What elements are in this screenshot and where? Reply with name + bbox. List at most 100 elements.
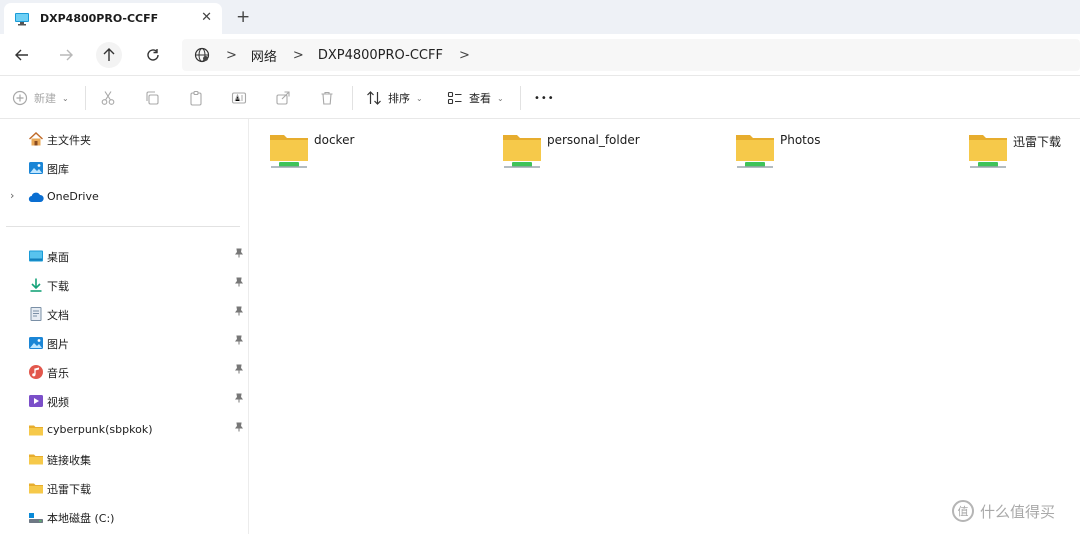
breadcrumb-current[interactable]: DXP4800PRO-CCFF (318, 48, 443, 63)
pin-icon (235, 364, 243, 374)
refresh-button[interactable] (140, 42, 166, 68)
sidebar-item-label: 下载 (47, 280, 69, 293)
desktop-icon (29, 250, 43, 262)
sidebar-item-label: 文档 (47, 309, 69, 322)
cloud-icon (28, 192, 44, 203)
pin-icon[interactable] (234, 335, 244, 348)
close-tab-icon[interactable]: ✕ (201, 10, 212, 25)
sort-label: 排序 (388, 92, 410, 105)
new-label: 新建 (34, 92, 56, 105)
trash-icon (321, 91, 333, 105)
navigation-bar: > 网络 > DXP4800PRO-CCFF > (0, 34, 1080, 76)
sidebar-item-downloads[interactable]: 下载 (0, 272, 249, 298)
network-folder-icon (736, 135, 774, 168)
drive-icon (29, 513, 43, 523)
sidebar-item-label: 链接收集 (47, 454, 91, 467)
rename-icon (231, 92, 247, 104)
download-icon (30, 278, 42, 292)
folder-name: 迅雷下载 (1013, 135, 1062, 149)
sidebar-item-label: cyberpunk(sbpkok) (47, 423, 153, 436)
sidebar-item-gallery[interactable]: 图库 (0, 155, 249, 181)
arrow-right-icon (60, 49, 73, 61)
refresh-icon (147, 49, 159, 61)
folder-name: personal_folder (547, 133, 640, 147)
pin-icon[interactable] (234, 306, 244, 319)
watermark-text: 什么值得买 (980, 502, 1056, 521)
copy-icon (146, 91, 159, 105)
pin-icon[interactable] (234, 248, 244, 261)
sidebar-item-onedrive[interactable]: › OneDrive (0, 184, 249, 210)
pin-icon (235, 277, 243, 287)
arrow-left-icon (15, 49, 28, 61)
folder-item-docker[interactable]: docker (269, 129, 479, 173)
sidebar-item-xunlei-downloads[interactable]: 迅雷下载 (0, 475, 249, 501)
more-options-button[interactable]: ••• (534, 87, 555, 109)
share-button[interactable] (275, 87, 291, 109)
sidebar-item-label: 桌面 (47, 251, 69, 264)
arrow-up-icon (103, 48, 115, 61)
home-icon (29, 132, 43, 146)
view-button[interactable]: 查看 ⌄ (447, 87, 504, 109)
delete-button[interactable] (319, 87, 335, 109)
more-icon: ••• (534, 92, 555, 104)
cut-button[interactable] (100, 87, 116, 109)
sidebar-item-home[interactable]: 主文件夹 (0, 126, 249, 152)
forward-button[interactable] (53, 42, 79, 68)
breadcrumb-separator: > (292, 47, 304, 63)
back-button[interactable] (9, 42, 35, 68)
clipboard-icon (190, 90, 202, 106)
sidebar-item-music[interactable]: 音乐 (0, 359, 249, 385)
network-folder-icon (503, 135, 541, 168)
command-bar: 新建 ⌄ 排序 ⌄ 查看 ⌄ ••• (0, 77, 1080, 119)
sidebar-item-pictures[interactable]: 图片 (0, 330, 249, 356)
pin-icon[interactable] (234, 393, 244, 406)
breadcrumb-separator[interactable]: > (459, 48, 470, 63)
address-bar[interactable]: > 网络 > DXP4800PRO-CCFF > (182, 39, 1080, 71)
sidebar-item-documents[interactable]: 文档 (0, 301, 249, 327)
new-tab-button[interactable]: + (236, 7, 250, 27)
document-icon (30, 307, 42, 321)
breadcrumb-network[interactable]: 网络 (251, 46, 277, 65)
folder-item-xunlei-downloads[interactable]: 迅雷下载 (968, 129, 1080, 173)
scissors-icon (101, 91, 115, 105)
new-button[interactable]: 新建 ⌄ (12, 87, 69, 109)
navigation-pane: 主文件夹 图库 › OneDrive 桌面 下载 文档 图片 音乐 视频 cyb… (0, 119, 249, 534)
rename-button[interactable] (231, 87, 247, 109)
sidebar-item-label: 主文件夹 (47, 134, 91, 147)
divider (520, 86, 521, 110)
sidebar-item-label: 迅雷下载 (47, 483, 91, 496)
pin-icon[interactable] (234, 422, 244, 435)
view-list-icon (447, 91, 462, 105)
music-icon (29, 365, 43, 379)
sidebar-item-desktop[interactable]: 桌面 (0, 243, 249, 269)
copy-button[interactable] (144, 87, 160, 109)
folder-icon (29, 454, 43, 465)
divider (352, 86, 353, 110)
network-folder-icon (969, 135, 1007, 168)
picture-icon (29, 337, 43, 349)
sidebar-item-label: 图片 (47, 338, 69, 351)
folder-item-personal-folder[interactable]: personal_folder (502, 129, 712, 173)
chevron-down-icon: ⌄ (62, 93, 69, 103)
watermark-logo: 值 (952, 500, 974, 522)
sidebar-item-videos[interactable]: 视频 (0, 388, 249, 414)
folder-item-photos[interactable]: Photos (735, 129, 945, 173)
file-explorer-window: DXP4800PRO-CCFF ✕ + > 网络 > DXP4800PRO-CC… (0, 0, 1080, 534)
sidebar-item-link-collection[interactable]: 链接收集 (0, 446, 249, 472)
pin-icon (235, 248, 243, 258)
sidebar-item-label: 本地磁盘 (C:) (47, 512, 115, 525)
chevron-right-icon[interactable]: › (10, 189, 14, 202)
chevron-down-icon: ⌄ (416, 93, 423, 103)
paste-button[interactable] (188, 87, 204, 109)
chevron-down-icon: ⌄ (497, 93, 504, 103)
sidebar-item-cyberpunk[interactable]: cyberpunk(sbpkok) (0, 417, 249, 443)
up-button[interactable] (96, 42, 122, 68)
sidebar-item-local-disk-c[interactable]: 本地磁盘 (C:) (0, 504, 249, 530)
tab-dxp4800pro[interactable]: DXP4800PRO-CCFF ✕ (4, 3, 222, 34)
pin-icon[interactable] (234, 277, 244, 290)
sort-icon (367, 91, 381, 105)
sort-button[interactable]: 排序 ⌄ (366, 87, 423, 109)
tab-strip: DXP4800PRO-CCFF ✕ + (0, 0, 1080, 34)
globe-icon (194, 47, 210, 63)
pin-icon[interactable] (234, 364, 244, 377)
